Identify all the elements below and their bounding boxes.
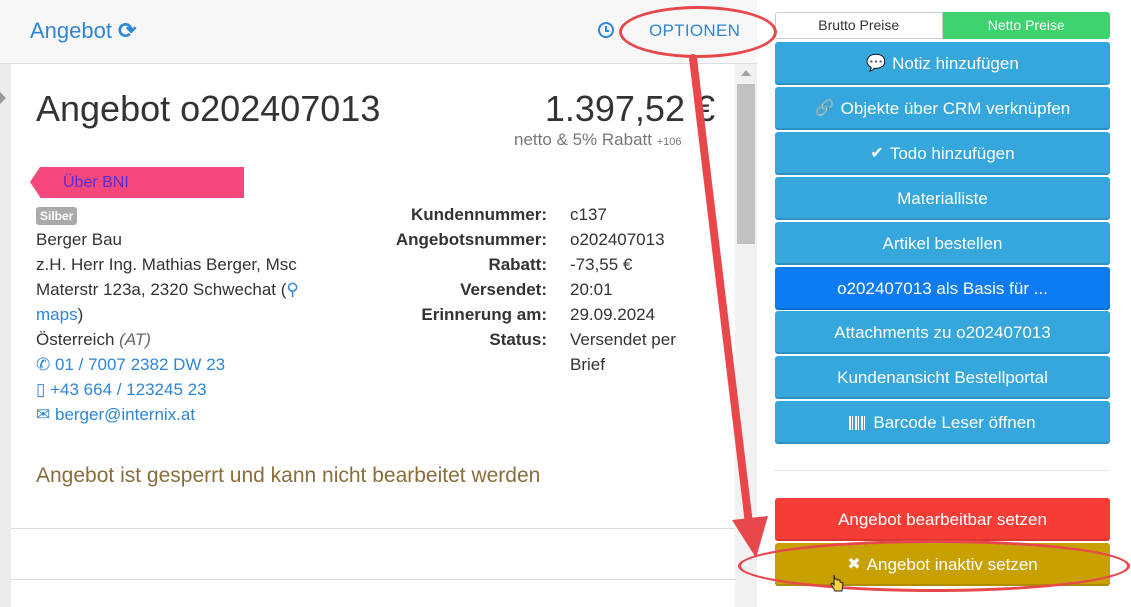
gross-prices-button[interactable]: Brutto Preise <box>775 12 943 39</box>
map-marker-icon[interactable]: ⚲ <box>286 280 298 299</box>
detail-value-customer-number[interactable]: c137 <box>570 205 607 225</box>
use-as-basis-button[interactable]: o202407013 als Basis für ... <box>775 267 1110 310</box>
envelope-icon: ✉ <box>36 405 51 424</box>
detail-value-offer-number: o202407013 <box>570 230 665 249</box>
add-todo-button[interactable]: ✔ Todo hinzufügen <box>775 132 1110 175</box>
set-editable-label: Angebot bearbeitbar setzen <box>838 509 1047 529</box>
link-icon: 🔗 <box>814 99 835 117</box>
link-crm-objects-button[interactable]: 🔗 Objekte über CRM verknüpfen <box>775 87 1110 130</box>
customer-email-text: berger@internix.at <box>54 405 196 424</box>
collapse-arrow-icon[interactable] <box>0 92 6 104</box>
customer-maps-line: maps) <box>36 305 83 325</box>
customer-street-text: Materstr 123a, 2320 Schwechat ( <box>36 280 287 299</box>
clock-icon[interactable] <box>598 22 614 38</box>
order-articles-label: Artikel bestellen <box>882 233 1003 253</box>
divider <box>11 528 735 529</box>
link-crm-objects-label: Objekte über CRM verknüpfen <box>840 98 1071 118</box>
set-inactive-button[interactable]: ✖ Angebot inaktiv setzen <box>775 543 1110 586</box>
detail-value-discount: -73,55 € <box>570 255 633 274</box>
order-articles-button[interactable]: Artikel bestellen <box>775 222 1110 265</box>
add-note-button[interactable]: 💬 Notiz hinzufügen <box>775 42 1110 85</box>
material-list-button[interactable]: Materialliste <box>775 177 1110 220</box>
offer-card: Angebot o202407013 1.397,52 € netto & 5%… <box>11 64 735 607</box>
customer-company: Berger Bau <box>36 230 122 249</box>
detail-value-status-line2: Brief <box>570 355 605 374</box>
panel-header: Angebot ⟳ OPTIONEN <box>0 0 757 64</box>
divider <box>774 470 1110 471</box>
set-inactive-label: Angebot inaktiv setzen <box>866 554 1038 574</box>
panel-title: Angebot ⟳ <box>30 18 136 44</box>
detail-value-reminder: 29.09.2024 <box>570 305 656 324</box>
customer-contact: z.H. Herr Ing. Mathias Berger, Msc <box>36 255 297 274</box>
add-note-label: Notiz hinzufügen <box>892 53 1019 73</box>
times-icon: ✖ <box>847 555 861 573</box>
barcode-icon <box>849 415 868 430</box>
offer-price: 1.397,52 € <box>544 88 715 129</box>
detail-label: Status: <box>489 330 547 349</box>
actions-sidebar: Brutto Preise Netto Preise 💬 Notiz hinzu… <box>757 0 1131 607</box>
customer-phone[interactable]: ✆ 01 / 7007 2382 DW 23 <box>36 355 225 375</box>
barcode-reader-label: Barcode Leser öffnen <box>873 412 1036 432</box>
refresh-icon[interactable]: ⟳ <box>118 18 136 44</box>
phone-icon: ✆ <box>36 355 51 374</box>
app-window: Angebot ⟳ OPTIONEN Angebot o202407013 1.… <box>0 0 1131 607</box>
material-list-label: Materialliste <box>897 188 988 208</box>
scrollbar-thumb[interactable] <box>737 84 755 244</box>
attachments-button[interactable]: Attachments zu o202407013 <box>775 311 1110 354</box>
net-prices-button[interactable]: Netto Preise <box>942 12 1110 39</box>
detail-label: Angebotsnummer: <box>395 230 547 249</box>
customer-email[interactable]: ✉ berger@internix.at <box>36 405 195 425</box>
detail-label: Erinnerung am: <box>421 305 547 324</box>
price-note: netto & 5% Rabatt +106 <box>514 130 682 150</box>
customer-mobile[interactable]: ▯ +43 664 / 123245 23 <box>36 380 207 400</box>
hand-cursor-icon <box>830 574 844 592</box>
detail-label: Kundennummer: <box>411 205 547 224</box>
price-note-text: netto & 5% Rabatt <box>514 130 652 149</box>
detail-label: Versendet: <box>460 280 547 299</box>
detail-value-sent: 20:01 <box>570 280 613 299</box>
customer-street: Materstr 123a, 2320 Schwechat (⚲ <box>36 280 299 300</box>
offer-title: Angebot o202407013 <box>36 88 381 129</box>
locked-message: Angebot ist gesperrt und kann nicht bear… <box>36 464 541 487</box>
options-link[interactable]: OPTIONEN <box>649 21 740 41</box>
barcode-reader-button[interactable]: Barcode Leser öffnen <box>775 401 1110 444</box>
panel-title-text: Angebot <box>30 18 112 43</box>
set-editable-button[interactable]: Angebot bearbeitbar setzen <box>775 498 1110 541</box>
use-as-basis-label: o202407013 als Basis für ... <box>837 278 1048 298</box>
maps-close-paren: ) <box>77 305 84 324</box>
scroll-up-icon[interactable] <box>741 70 751 76</box>
customer-country-code: (AT) <box>119 330 151 349</box>
scrollbar[interactable] <box>735 64 757 607</box>
maps-link[interactable]: maps <box>36 305 78 324</box>
customer-mobile-text: +43 664 / 123245 23 <box>50 380 207 399</box>
price-note-small: +106 <box>656 136 682 148</box>
divider <box>11 579 735 580</box>
check-icon: ✔ <box>870 144 884 162</box>
detail-label: Rabatt: <box>488 255 547 274</box>
attachments-label: Attachments zu o202407013 <box>834 322 1051 342</box>
offer-tag[interactable]: Über BNI <box>30 167 244 198</box>
customer-country-text: Österreich <box>36 330 115 349</box>
customer-portal-button[interactable]: Kundenansicht Bestellportal <box>775 356 1110 399</box>
customer-country: Österreich (AT) <box>36 330 151 350</box>
comment-icon: 💬 <box>866 54 887 72</box>
mobile-icon: ▯ <box>36 380 46 399</box>
detail-value-status: Versendet per <box>570 330 676 349</box>
customer-phone-text: 01 / 7007 2382 DW 23 <box>54 355 226 374</box>
customer-level-badge: Silber <box>36 207 78 225</box>
offer-tag-label: Über BNI <box>63 174 129 191</box>
offer-panel: Angebot ⟳ OPTIONEN Angebot o202407013 1.… <box>0 0 757 607</box>
customer-portal-label: Kundenansicht Bestellportal <box>837 367 1048 387</box>
price-mode-toggle: Brutto Preise Netto Preise <box>775 12 1110 39</box>
add-todo-label: Todo hinzufügen <box>889 143 1015 163</box>
